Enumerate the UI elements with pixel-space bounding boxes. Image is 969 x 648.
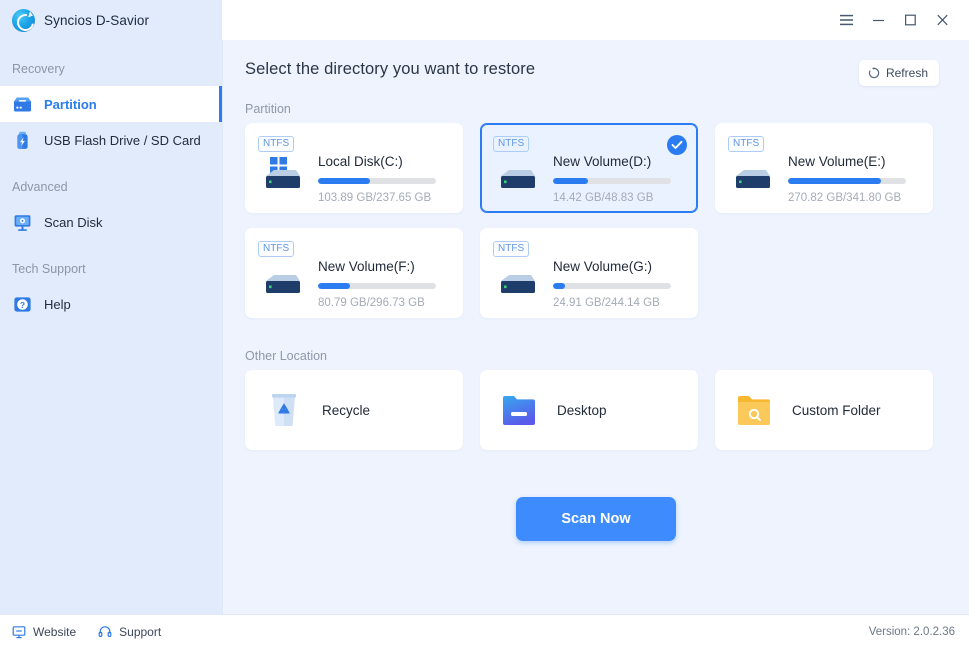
sidebar: Recovery Partition bbox=[0, 40, 222, 614]
disk-icon bbox=[728, 154, 784, 204]
partition-name: Local Disk(C:) bbox=[318, 154, 450, 169]
sidebar-spacer-1 bbox=[0, 158, 222, 172]
disk-icon bbox=[493, 154, 549, 204]
disk-icon bbox=[493, 259, 549, 309]
minimize-icon[interactable] bbox=[863, 6, 893, 34]
sidebar-heading-recovery: Recovery bbox=[0, 54, 222, 86]
scan-disk-monitor-icon bbox=[12, 212, 33, 233]
footer-link-label: Website bbox=[33, 625, 76, 639]
usage-bar-fill bbox=[318, 178, 370, 184]
usb-flash-drive-icon bbox=[12, 130, 33, 151]
other-location-grid: Recycle bbox=[223, 370, 969, 450]
other-location-label: Desktop bbox=[557, 403, 607, 418]
partition-card-new-volume-f[interactable]: NTFS New Volume(F:) 80.79 bbox=[245, 228, 463, 318]
other-location-card-desktop[interactable]: Desktop bbox=[480, 370, 698, 450]
partition-size: 24.91 GB/244.14 GB bbox=[553, 297, 685, 309]
maximize-icon[interactable] bbox=[895, 6, 925, 34]
filesystem-tag: NTFS bbox=[258, 136, 294, 152]
custom-folder-search-icon bbox=[735, 390, 773, 430]
sidebar-item-scan-disk[interactable]: Scan Disk bbox=[0, 204, 222, 240]
hamburger-menu-icon[interactable] bbox=[831, 6, 861, 34]
window-controls bbox=[222, 0, 969, 40]
filesystem-tag: NTFS bbox=[493, 241, 529, 257]
section-label-other-location: Other Location bbox=[223, 318, 969, 370]
usage-bar bbox=[318, 178, 436, 184]
section-label-partition: Partition bbox=[223, 86, 969, 123]
partition-card-local-disk-c[interactable]: NTFS bbox=[245, 123, 463, 213]
sidebar-item-label: Partition bbox=[44, 97, 97, 112]
title-bar-brand: Syncios D-Savior bbox=[0, 0, 222, 40]
usage-bar bbox=[318, 283, 436, 289]
other-location-card-custom-folder[interactable]: Custom Folder bbox=[715, 370, 933, 450]
footer-link-website[interactable]: Website bbox=[12, 625, 76, 639]
usage-bar bbox=[788, 178, 906, 184]
refresh-circular-arrow-icon bbox=[868, 67, 880, 79]
usage-bar bbox=[553, 178, 671, 184]
sidebar-item-label: USB Flash Drive / SD Card bbox=[44, 133, 201, 148]
partition-disk-icon bbox=[12, 94, 33, 115]
other-location-label: Recycle bbox=[322, 403, 370, 418]
title-bar: Syncios D-Savior bbox=[0, 0, 969, 40]
sidebar-item-label: Scan Disk bbox=[44, 215, 103, 230]
app-title: Syncios D-Savior bbox=[44, 13, 149, 28]
disk-icon bbox=[258, 259, 314, 309]
partition-size: 80.79 GB/296.73 GB bbox=[318, 297, 450, 309]
partition-card-grid: NTFS bbox=[223, 123, 969, 318]
filesystem-tag: NTFS bbox=[258, 241, 294, 257]
partition-name: New Volume(F:) bbox=[318, 259, 450, 274]
scan-now-button[interactable]: Scan Now bbox=[516, 497, 676, 541]
partition-size: 103.89 GB/237.65 GB bbox=[318, 192, 450, 204]
partition-card-new-volume-g[interactable]: NTFS New Volume(G:) 24.91 bbox=[480, 228, 698, 318]
sidebar-heading-tech-support: Tech Support bbox=[0, 254, 222, 286]
usage-bar-fill bbox=[788, 178, 881, 184]
main-header: Select the directory you want to restore… bbox=[223, 40, 969, 86]
other-location-label: Custom Folder bbox=[792, 403, 881, 418]
scan-button-row: Scan Now bbox=[223, 497, 969, 541]
help-question-icon: ? bbox=[12, 294, 33, 315]
sidebar-item-help[interactable]: ? Help bbox=[0, 286, 222, 322]
recycle-bin-icon bbox=[265, 390, 303, 430]
filesystem-tag: NTFS bbox=[728, 136, 764, 152]
refresh-button-label: Refresh bbox=[886, 66, 928, 80]
partition-name: New Volume(E:) bbox=[788, 154, 920, 169]
svg-text:?: ? bbox=[20, 300, 25, 310]
partition-name: New Volume(G:) bbox=[553, 259, 685, 274]
sidebar-item-usb-flash-drive-sd-card[interactable]: USB Flash Drive / SD Card bbox=[0, 122, 222, 158]
partition-name: New Volume(D:) bbox=[553, 154, 685, 169]
partition-card-new-volume-d[interactable]: NTFS New Volume(D:) bbox=[480, 123, 698, 213]
window-body: Recovery Partition bbox=[0, 40, 969, 614]
usage-bar-fill bbox=[553, 283, 565, 289]
sidebar-item-label: Help bbox=[44, 297, 71, 312]
partition-card-new-volume-e[interactable]: NTFS New Volume(E:) 270.82 bbox=[715, 123, 933, 213]
sidebar-spacer-2 bbox=[0, 240, 222, 254]
main-content: Select the directory you want to restore… bbox=[222, 40, 969, 614]
filesystem-tag: NTFS bbox=[493, 136, 529, 152]
desktop-folder-icon bbox=[500, 390, 538, 430]
usage-bar-fill bbox=[318, 283, 350, 289]
sidebar-item-partition[interactable]: Partition bbox=[0, 86, 222, 122]
partition-size: 270.82 GB/341.80 GB bbox=[788, 192, 920, 204]
headset-icon bbox=[98, 625, 112, 639]
close-icon[interactable] bbox=[927, 6, 957, 34]
usage-bar bbox=[553, 283, 671, 289]
page-title: Select the directory you want to restore bbox=[245, 60, 535, 79]
monitor-icon bbox=[12, 625, 26, 639]
version-label: Version: 2.0.2.36 bbox=[869, 626, 955, 638]
selected-check-icon bbox=[667, 135, 687, 155]
refresh-button[interactable]: Refresh bbox=[859, 60, 939, 86]
partition-size: 14.42 GB/48.83 GB bbox=[553, 192, 685, 204]
syncios-circular-arrow-logo-icon bbox=[12, 9, 35, 32]
windows-system-disk-icon bbox=[258, 154, 314, 204]
application-window: Syncios D-Savior Recovery bbox=[0, 0, 969, 648]
usage-bar-fill bbox=[553, 178, 588, 184]
footer-bar: Website Support Version: 2.0.2.36 bbox=[0, 614, 969, 648]
sidebar-heading-advanced: Advanced bbox=[0, 172, 222, 204]
footer-link-support[interactable]: Support bbox=[98, 625, 161, 639]
footer-link-label: Support bbox=[119, 625, 161, 639]
other-location-card-recycle[interactable]: Recycle bbox=[245, 370, 463, 450]
